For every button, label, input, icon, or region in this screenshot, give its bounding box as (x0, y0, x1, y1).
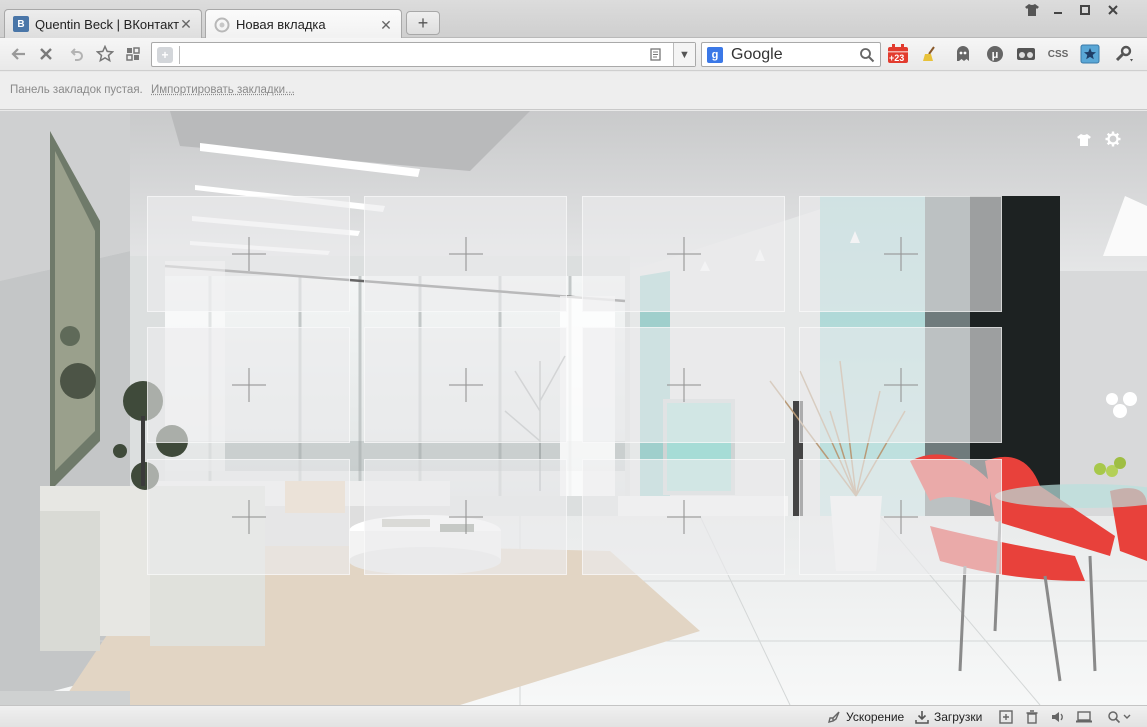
utorrent-icon[interactable]: μ (983, 43, 1007, 65)
navigation-bar: + ▼ g Google +23 μ CSS (0, 38, 1147, 71)
add-site-icon (231, 500, 266, 534)
reader-mode-icon[interactable] (647, 47, 663, 63)
downloads-button[interactable]: Загрузки (914, 708, 982, 726)
volume-icon[interactable] (1048, 708, 1068, 726)
tab-title: Quentin Beck | ВКонтакте (35, 16, 179, 32)
speed-dial-tile[interactable] (582, 196, 785, 312)
bookmark-star-icon[interactable] (1078, 43, 1102, 65)
add-site-icon (448, 368, 483, 402)
add-site-icon (883, 237, 918, 271)
add-site-icon (231, 237, 266, 271)
svg-text:μ: μ (992, 49, 999, 61)
downloads-label: Загрузки (934, 710, 983, 724)
skin-shirt-icon[interactable] (1074, 131, 1094, 149)
gear-icon[interactable] (1103, 129, 1123, 149)
acceleration-button[interactable]: Ускорение (826, 708, 904, 726)
undo-icon[interactable] (64, 43, 88, 65)
speed-dial-tile[interactable] (582, 459, 785, 575)
trash-icon[interactable] (1022, 708, 1042, 726)
close-icon[interactable] (1100, 2, 1126, 18)
tab-bar: B Quentin Beck | ВКонтакте ✕ Новая вклад… (0, 0, 1147, 39)
add-site-icon (666, 368, 701, 402)
divider (179, 46, 180, 64)
add-site-icon (231, 368, 266, 402)
speed-dial-tile[interactable] (582, 327, 785, 443)
address-bar[interactable]: + ▼ (151, 42, 696, 67)
tab-vkontakte[interactable]: B Quentin Beck | ВКонтакте ✕ (4, 9, 202, 38)
url-dropdown-icon[interactable]: ▼ (673, 43, 695, 66)
add-site-icon (448, 237, 483, 271)
speed-dial-tile[interactable] (147, 196, 350, 312)
bookmarks-bar: Панель закладок пустая. Импортировать за… (0, 72, 1147, 110)
shirt-icon[interactable] (1019, 2, 1045, 18)
tab-title: Новая вкладка (236, 17, 326, 32)
url-input[interactable] (182, 45, 612, 64)
quick-access-icon[interactable] (121, 43, 145, 65)
google-icon: g (707, 47, 723, 63)
glasses-icon[interactable] (1014, 43, 1038, 65)
restore-icon[interactable] (1072, 2, 1098, 18)
add-site-icon (666, 500, 701, 534)
add-site-icon (883, 500, 918, 534)
new-tab-page (0, 111, 1147, 705)
display-icon[interactable] (1074, 708, 1094, 726)
add-site-icon (448, 500, 483, 534)
search-icon[interactable] (858, 46, 876, 64)
bookmarks-empty-text: Панель закладок пустая. (10, 84, 143, 96)
speed-dial-tile[interactable] (799, 459, 1002, 575)
weather-icon[interactable]: +23 (886, 43, 910, 65)
speed-dial-tile[interactable] (364, 196, 567, 312)
speed-dial-tile[interactable] (147, 327, 350, 443)
speed-dial-tile[interactable] (147, 459, 350, 575)
acceleration-label: Ускорение (846, 710, 905, 724)
maxthon-icon (214, 17, 230, 33)
minimize-icon[interactable] (1045, 2, 1071, 18)
download-icon (914, 709, 930, 725)
stop-icon[interactable] (34, 43, 58, 65)
add-site-icon (883, 368, 918, 402)
new-tab-button[interactable]: + (406, 11, 440, 35)
broom-icon[interactable] (918, 43, 942, 65)
back-icon[interactable] (6, 43, 30, 65)
screenshot-add-icon[interactable] (996, 708, 1016, 726)
weather-badge: +23 (889, 53, 905, 63)
speed-dial-tile[interactable] (364, 459, 567, 575)
vk-icon: B (13, 16, 29, 32)
css-icon[interactable]: CSS (1046, 43, 1070, 65)
ghost-icon[interactable] (951, 43, 975, 65)
close-tab-icon[interactable]: ✕ (379, 18, 393, 32)
zoom-icon[interactable] (1103, 708, 1137, 726)
speed-dial-tile[interactable] (799, 196, 1002, 312)
status-bar: Ускорение Загрузки (0, 705, 1147, 727)
search-box[interactable]: g Google (701, 42, 881, 67)
search-engine-label: Google (731, 46, 783, 63)
tab-new-tab[interactable]: Новая вкладка ✕ (205, 9, 402, 39)
rocket-icon (826, 709, 842, 725)
favorite-star-icon[interactable] (93, 43, 117, 65)
add-site-icon (666, 237, 701, 271)
security-shield-icon: + (157, 47, 173, 63)
import-bookmarks-link[interactable]: Импортировать закладки... (151, 84, 295, 96)
close-tab-icon[interactable]: ✕ (179, 17, 193, 31)
settings-wrench-icon[interactable] (1112, 43, 1136, 65)
speed-dial-tile[interactable] (364, 327, 567, 443)
speed-dial-tile[interactable] (799, 327, 1002, 443)
